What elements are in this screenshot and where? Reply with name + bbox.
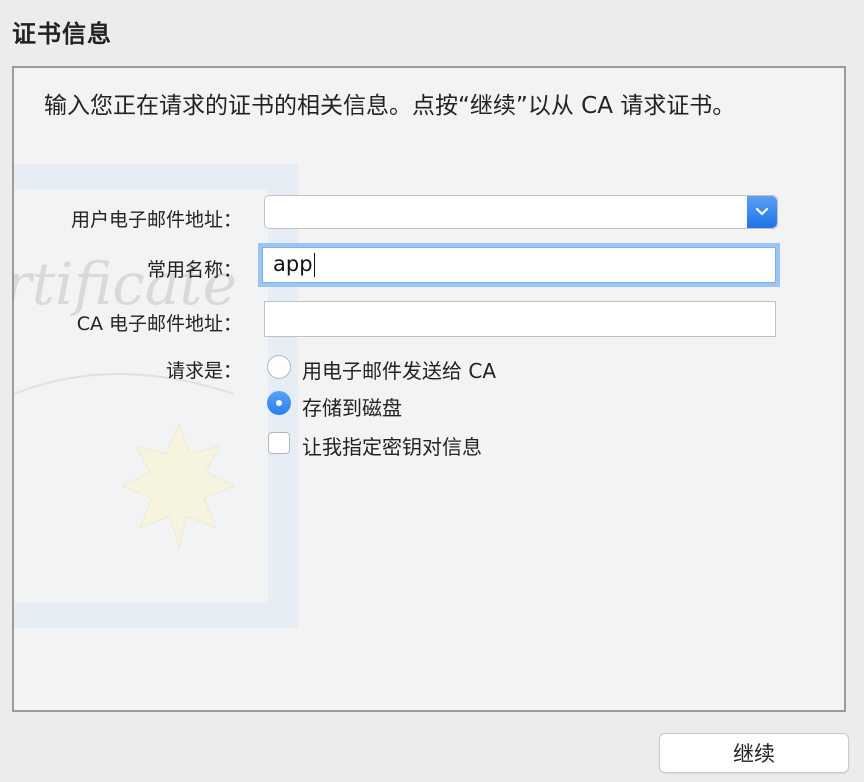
- common-name-input[interactable]: app: [262, 247, 776, 283]
- common-name-label: 常用名称：: [146, 259, 242, 281]
- user-email-label: 用户电子邮件地址：: [70, 209, 242, 231]
- radio-email-to-ca[interactable]: [267, 355, 291, 379]
- intro-text: 输入您正在请求的证书的相关信息。点按“继续”以从 CA 请求证书。: [44, 93, 736, 119]
- chevron-down-icon[interactable]: [747, 196, 777, 228]
- continue-button[interactable]: 继续: [659, 733, 849, 773]
- radio-email-to-ca-label[interactable]: 用电子邮件发送给 CA: [302, 355, 496, 384]
- radio-save-to-disk[interactable]: [267, 391, 291, 415]
- user-email-combobox[interactable]: [264, 195, 778, 229]
- ca-email-input[interactable]: [264, 301, 776, 337]
- text-caret: [313, 253, 315, 277]
- certificate-panel: rtificate 输入您正在请求的证书的相关信息。点按“继续”以从 CA 请求…: [12, 66, 846, 712]
- specify-key-pair-label[interactable]: 让我指定密钥对信息: [302, 431, 482, 460]
- radio-save-to-disk-label[interactable]: 存储到磁盘: [302, 392, 402, 421]
- specify-key-pair-checkbox[interactable]: [268, 432, 290, 454]
- request-label: 请求是：: [165, 360, 242, 382]
- ca-email-label: CA 电子邮件地址：: [76, 313, 242, 335]
- dialog-title: 证书信息: [12, 20, 112, 48]
- certificate-watermark-icon: rtificate: [14, 164, 298, 628]
- common-name-value: app: [273, 252, 313, 276]
